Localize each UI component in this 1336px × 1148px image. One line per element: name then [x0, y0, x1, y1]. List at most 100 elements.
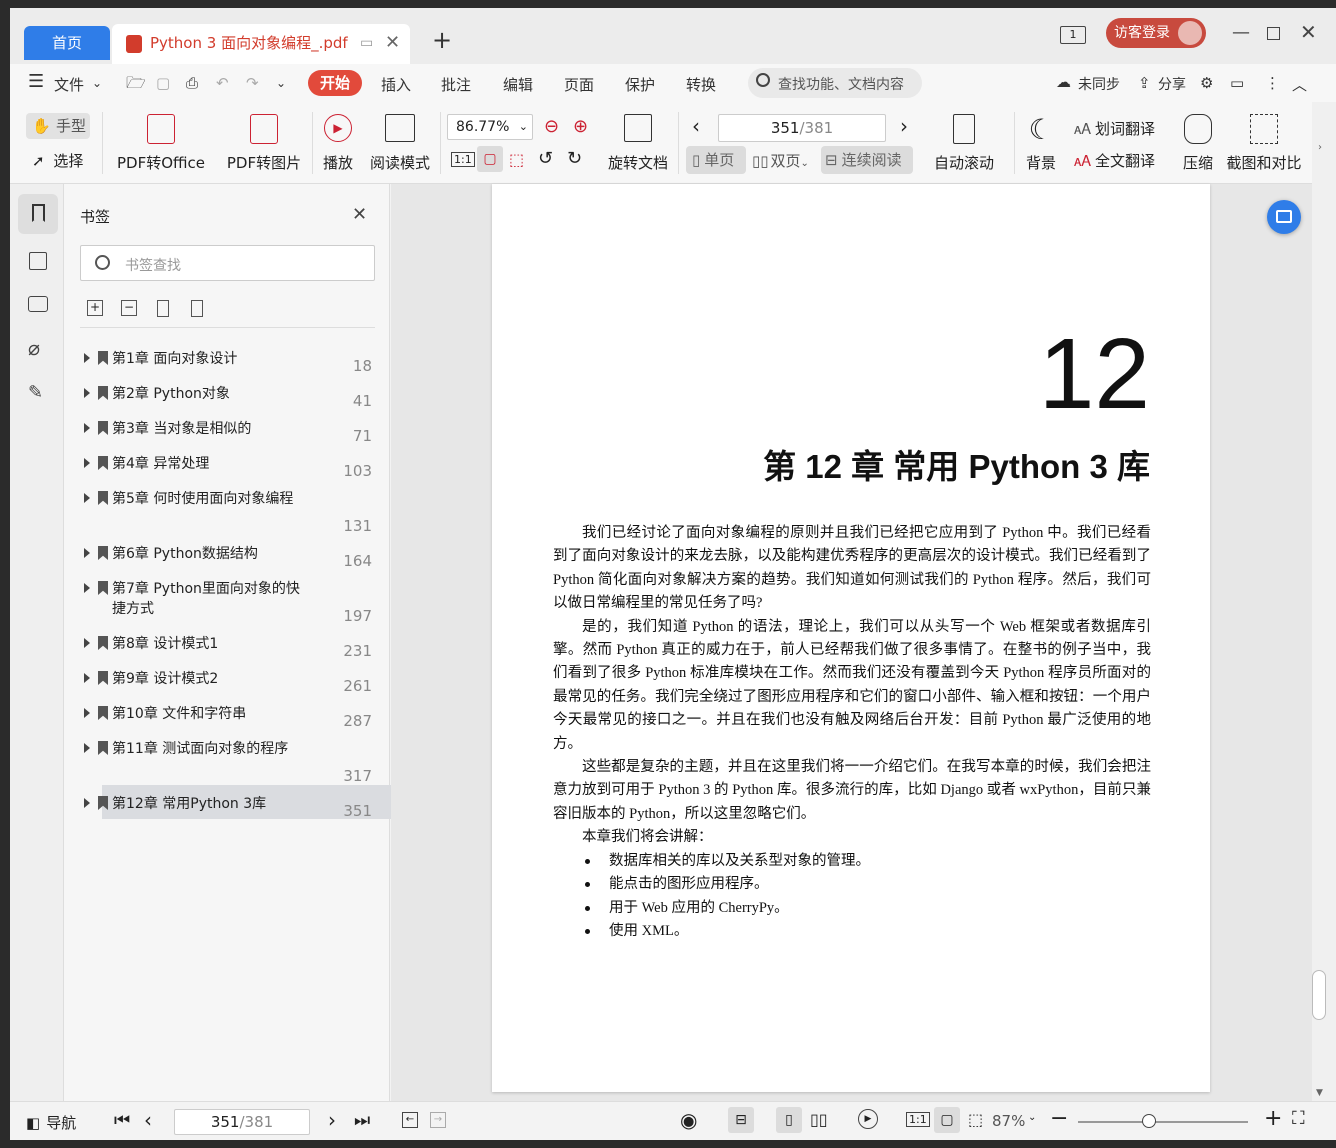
bookmark-item[interactable]: 第9章 设计模式2 261: [84, 669, 382, 699]
screenshot-compare-button[interactable]: 截图和对比: [1224, 114, 1304, 173]
rotate-left-icon[interactable]: ↺: [538, 148, 553, 169]
comment-icon[interactable]: [28, 296, 48, 312]
zoom-slider[interactable]: [1078, 1114, 1248, 1128]
guest-login-button[interactable]: 访客登录: [1106, 18, 1206, 48]
bookmark-item[interactable]: 第1章 面向对象设计 18: [84, 349, 382, 379]
undo-icon[interactable]: ↶: [216, 74, 229, 92]
bookmark-search-input[interactable]: 书签查找: [80, 245, 375, 281]
pin-icon[interactable]: ▭: [360, 24, 373, 62]
continuous-reading-button[interactable]: ⊟ 连续阅读: [821, 146, 913, 174]
bookmark-item[interactable]: 第6章 Python数据结构 164: [84, 544, 382, 574]
eye-protection-icon[interactable]: ◉: [680, 1108, 697, 1132]
tab-start[interactable]: 开始: [308, 70, 362, 96]
delete-bookmark-icon[interactable]: [191, 300, 203, 317]
bookmark-item[interactable]: 第8章 设计模式1 231: [84, 634, 382, 664]
tab-insert[interactable]: 插入: [381, 74, 411, 95]
rotate-document-button[interactable]: 旋转文档: [606, 114, 670, 173]
signature-icon[interactable]: ✎: [28, 382, 43, 403]
fit-page-icon[interactable]: ▢: [477, 146, 503, 172]
next-page-icon[interactable]: ›: [328, 1108, 336, 1132]
tab-annotate[interactable]: 批注: [441, 74, 471, 95]
compress-button[interactable]: 压缩: [1180, 114, 1216, 173]
double-page-mode-icon[interactable]: ▯▯: [810, 1110, 828, 1129]
status-zoom-value[interactable]: 87%: [992, 1112, 1025, 1130]
last-page-icon[interactable]: ⏭: [354, 1110, 370, 1131]
rotate-right-icon[interactable]: ↻: [567, 148, 582, 169]
minimize-icon[interactable]: —: [1232, 22, 1250, 43]
bookmark-item-selected[interactable]: 第12章 常用Python 3库 351: [84, 794, 382, 824]
play-icon[interactable]: ▶: [858, 1109, 878, 1129]
zoom-in-icon[interactable]: ⊕: [573, 116, 588, 137]
pdf-to-image-button[interactable]: PDF转图片: [226, 114, 302, 173]
reading-mode-button[interactable]: 阅读模式: [368, 114, 432, 173]
prev-page-icon[interactable]: ‹: [692, 114, 700, 138]
floating-tool-button[interactable]: [1267, 200, 1301, 234]
zoom-slider-handle[interactable]: [1142, 1114, 1156, 1128]
maximize-icon[interactable]: [1267, 27, 1280, 40]
bookmark-item[interactable]: 第5章 何时使用面向对象编程 131: [84, 489, 382, 539]
more-icon[interactable]: ⋮: [1265, 74, 1280, 92]
zoom-out-icon[interactable]: −: [1050, 1106, 1068, 1131]
redo-icon[interactable]: ↷: [246, 74, 259, 92]
bookmark-item[interactable]: 第2章 Python对象 41: [84, 384, 382, 414]
vertical-scrollbar[interactable]: › ▼: [1312, 102, 1336, 1101]
status-page-input[interactable]: 351/381: [174, 1109, 310, 1135]
pdf-to-office-button[interactable]: PDF转Office: [113, 114, 209, 173]
full-translate-button[interactable]: 🗚 全文翻译: [1074, 150, 1155, 171]
thumbnail-icon[interactable]: [29, 252, 47, 270]
bookmark-item[interactable]: 第10章 文件和字符串 287: [84, 704, 382, 734]
tab-page[interactable]: 页面: [564, 74, 594, 95]
hand-tool-button[interactable]: ✋ 手型: [26, 113, 90, 139]
sync-status[interactable]: 未同步: [1078, 74, 1120, 94]
function-search[interactable]: 查找功能、文档内容: [748, 68, 922, 98]
chevron-down-icon[interactable]: ⌄: [92, 76, 102, 90]
feedback-icon[interactable]: ▭: [1230, 74, 1244, 92]
expand-all-icon[interactable]: +: [87, 300, 103, 316]
close-window-icon[interactable]: ✕: [1300, 20, 1317, 44]
zoom-select[interactable]: 86.77% ⌄: [447, 114, 533, 140]
tab-document[interactable]: Python 3 面向对象编程_.pdf ▭ ✕: [112, 24, 410, 64]
collapse-ribbon-icon[interactable]: ︿: [1292, 74, 1307, 95]
settings-icon[interactable]: ⚙: [1200, 74, 1213, 92]
fit-width-icon[interactable]: ⬚: [509, 150, 524, 169]
navigation-toggle[interactable]: ◧ 导航: [26, 1112, 76, 1133]
select-tool-button[interactable]: ➚ 选择: [32, 150, 83, 171]
auto-scroll-button[interactable]: 自动滚动: [926, 114, 1002, 173]
scroll-up-icon[interactable]: ›: [1318, 142, 1322, 153]
hamburger-icon[interactable]: ☰: [28, 71, 44, 92]
next-page-icon[interactable]: ›: [900, 114, 908, 138]
scroll-down-icon[interactable]: ▼: [1316, 1088, 1323, 1098]
save-icon[interactable]: ▢: [156, 74, 170, 92]
back-icon[interactable]: ←: [402, 1112, 418, 1128]
zoom-out-icon[interactable]: ⊖: [544, 116, 559, 137]
tab-home[interactable]: 首页: [24, 26, 110, 60]
new-tab-icon[interactable]: +: [432, 26, 452, 54]
background-button[interactable]: ☾ 背景: [1020, 114, 1062, 173]
scrollbar-thumb[interactable]: [1312, 970, 1326, 1020]
single-page-button[interactable]: ▯ 单页: [686, 146, 746, 174]
bookmark-item[interactable]: 第3章 当对象是相似的 71: [84, 419, 382, 449]
share-button[interactable]: 分享: [1158, 74, 1186, 94]
fit-page-icon[interactable]: ▢: [934, 1107, 960, 1133]
close-panel-icon[interactable]: ✕: [352, 204, 367, 225]
page-number-input[interactable]: 351/381: [718, 114, 886, 142]
first-page-icon[interactable]: ⏮: [114, 1110, 130, 1131]
fit-width-icon[interactable]: ⬚: [968, 1110, 983, 1129]
play-button[interactable]: ▶ 播放: [320, 114, 356, 173]
print-icon[interactable]: ⎙: [186, 74, 198, 92]
more-dropdown-icon[interactable]: ⌄: [276, 76, 286, 90]
fullscreen-icon[interactable]: ⛶: [1292, 1108, 1305, 1129]
tab-edit[interactable]: 编辑: [503, 74, 533, 95]
actual-size-icon[interactable]: 1:1: [451, 152, 475, 167]
bookmark-panel-button[interactable]: [18, 194, 58, 234]
chevron-down-icon[interactable]: ⌄: [1028, 1112, 1036, 1123]
window-layout-icon[interactable]: 1: [1060, 26, 1086, 44]
bookmark-item[interactable]: 第4章 异常处理 103: [84, 454, 382, 484]
tab-protect[interactable]: 保护: [625, 74, 655, 95]
double-page-button[interactable]: ▯▯ 双页⌄: [752, 150, 809, 171]
actual-size-icon[interactable]: 1:1: [906, 1112, 930, 1127]
close-tab-icon[interactable]: ✕: [385, 24, 400, 62]
open-icon[interactable]: 🗁: [126, 72, 146, 99]
menu-file[interactable]: 文件: [54, 74, 84, 95]
prev-page-icon[interactable]: ‹: [144, 1108, 152, 1132]
